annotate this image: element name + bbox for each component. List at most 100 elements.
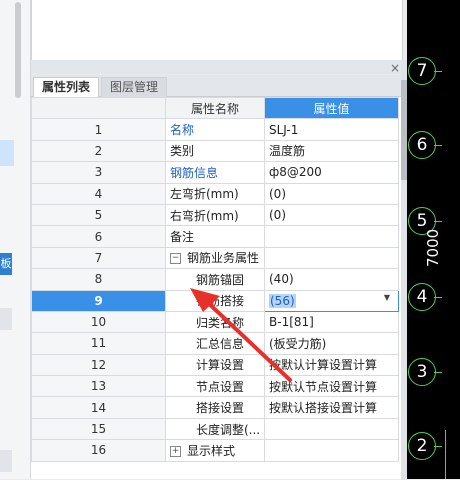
property-value[interactable]: [264, 417, 399, 441]
table-row[interactable]: 13 节点设置 按默认节点设置计算: [31, 375, 399, 398]
table-row[interactable]: 5 右弯折(mm) (0): [31, 203, 399, 227]
property-name-text: 归类名称: [196, 315, 245, 330]
property-name: 名称: [165, 118, 265, 141]
property-name-text: 计算设置: [196, 358, 245, 373]
axis-marker[interactable]: 3: [408, 358, 436, 386]
row-number: 2: [31, 139, 166, 163]
property-value[interactable]: (0): [264, 182, 399, 205]
close-icon[interactable]: ×: [390, 61, 400, 75]
property-grid: 属性名称 属性值 1 名称 SLJ-1 2 类别 温度筋 3 钢筋信息 ф8@200 4 左弯折(m…: [31, 96, 401, 479]
table-row[interactable]: 2 类别 温度筋: [31, 139, 399, 163]
left-item[interactable]: [0, 308, 12, 330]
table-row[interactable]: 10 归类名称 B-1[81]: [31, 310, 399, 334]
row-number: 10: [31, 310, 166, 334]
property-name-text: 名称: [170, 123, 195, 138]
row-number: 7: [31, 246, 166, 270]
left-highlight[interactable]: [0, 140, 14, 166]
property-name-text: 搭接设置: [196, 401, 245, 416]
property-name: 钢筋锚固: [165, 268, 265, 291]
property-name-text: 钢筋搭接: [196, 294, 245, 309]
property-name-text: 显示样式: [187, 443, 236, 458]
row-number: 11: [31, 332, 166, 355]
row-number: 3: [31, 161, 166, 184]
left-item[interactable]: [0, 450, 12, 472]
dimension-label: 7000: [424, 228, 442, 267]
row-number: 13: [31, 375, 166, 398]
axis-tick: [434, 297, 442, 298]
axis-tick: [434, 221, 442, 222]
row-number: 8: [31, 268, 166, 291]
property-name: 汇总信息: [165, 332, 265, 355]
property-name: 节点设置: [165, 375, 265, 398]
property-value[interactable]: 按默认节点设置计算: [264, 375, 399, 398]
table-row[interactable]: 14 搭接设置 按默认搭接设置计算: [31, 396, 399, 419]
table-row[interactable]: 11 汇总信息 (板受力筋): [31, 332, 399, 355]
axis-marker[interactable]: 7: [408, 57, 436, 85]
top-pane: [31, 0, 403, 61]
selected-text[interactable]: (56): [269, 293, 296, 308]
property-name-text: 汇总信息: [196, 336, 245, 351]
property-value[interactable]: (板受力筋): [264, 332, 399, 355]
panel-divider[interactable]: [31, 60, 401, 74]
axis-tick: [434, 145, 442, 146]
property-value[interactable]: B-1[81]: [264, 310, 399, 334]
expand-icon[interactable]: +: [170, 445, 181, 457]
property-value[interactable]: 按默认搭接设置计算: [264, 396, 399, 419]
property-name: 计算设置: [165, 353, 265, 377]
axis-tick: [434, 71, 442, 72]
property-name-text: 长度调整(...: [196, 422, 261, 437]
table-row[interactable]: 8 钢筋锚固 (40): [31, 268, 399, 291]
tab-layer-manager[interactable]: 图层管理: [101, 77, 168, 97]
left-panel: 板: [0, 0, 31, 479]
property-value[interactable]: (0): [264, 203, 399, 227]
property-value[interactable]: 按默认计算设置计算: [264, 353, 399, 377]
left-tag[interactable]: 板: [0, 253, 12, 275]
row-number: 12: [31, 353, 166, 377]
property-value[interactable]: [264, 246, 399, 270]
row-number: 4: [31, 182, 166, 205]
property-name-text: 钢筋业务属性: [187, 251, 260, 266]
axis-tick: [434, 446, 442, 447]
property-name: 右弯折(mm): [165, 203, 265, 227]
row-number: 6: [31, 225, 166, 248]
property-value[interactable]: SLJ-1: [264, 118, 399, 141]
table-row[interactable]: 16 + 显示样式: [31, 439, 399, 462]
collapse-icon[interactable]: −: [170, 253, 181, 265]
column-header-value: 属性值: [264, 96, 399, 120]
row-number: 1: [31, 118, 166, 141]
axis-marker[interactable]: 2: [408, 432, 436, 460]
dropdown-arrow-icon[interactable]: ▼: [384, 293, 390, 302]
property-value[interactable]: [264, 225, 399, 248]
table-row[interactable]: 7− 钢筋业务属性: [31, 246, 399, 270]
property-value-editor[interactable]: (56) ▼: [264, 289, 399, 312]
table-row[interactable]: 12 计算设置 按默认计算设置计算: [31, 353, 399, 377]
table-row[interactable]: 4 左弯折(mm) (0): [31, 182, 399, 205]
property-name: 长度调整(...: [165, 417, 265, 441]
row-number: 15: [31, 417, 166, 441]
table-row[interactable]: 3 钢筋信息 ф8@200: [31, 161, 399, 184]
cad-grid-line: [445, 430, 446, 479]
left-scrollbar[interactable]: [15, 2, 21, 98]
property-name-text: 钢筋信息: [170, 165, 219, 180]
property-name: 搭接设置: [165, 396, 265, 419]
property-name-text: 备注: [170, 230, 195, 245]
row-number: 5: [31, 203, 166, 227]
property-value[interactable]: 温度筋: [264, 139, 399, 163]
table-row[interactable]: 1 名称 SLJ-1: [31, 118, 399, 141]
row-number: 16: [31, 439, 166, 462]
table-row[interactable]: 9 钢筋搭接 (56) ▼: [31, 289, 399, 312]
property-name-text: 右弯折(mm): [170, 208, 239, 223]
property-value[interactable]: (40): [264, 268, 399, 291]
property-value[interactable]: ф8@200: [264, 161, 399, 184]
property-name: + 显示样式: [165, 439, 265, 462]
row-number: 14: [31, 396, 166, 419]
table-row[interactable]: 15 长度调整(...: [31, 417, 399, 441]
axis-marker[interactable]: 4: [408, 283, 436, 311]
property-name: 备注: [165, 225, 265, 248]
tab-property-list[interactable]: 属性列表: [33, 77, 100, 97]
property-name: 钢筋搭接: [165, 289, 265, 312]
table-row[interactable]: 6 备注: [31, 225, 399, 248]
axis-marker[interactable]: 6: [408, 131, 436, 159]
property-value[interactable]: [264, 439, 399, 462]
property-name: 类别: [165, 139, 265, 163]
